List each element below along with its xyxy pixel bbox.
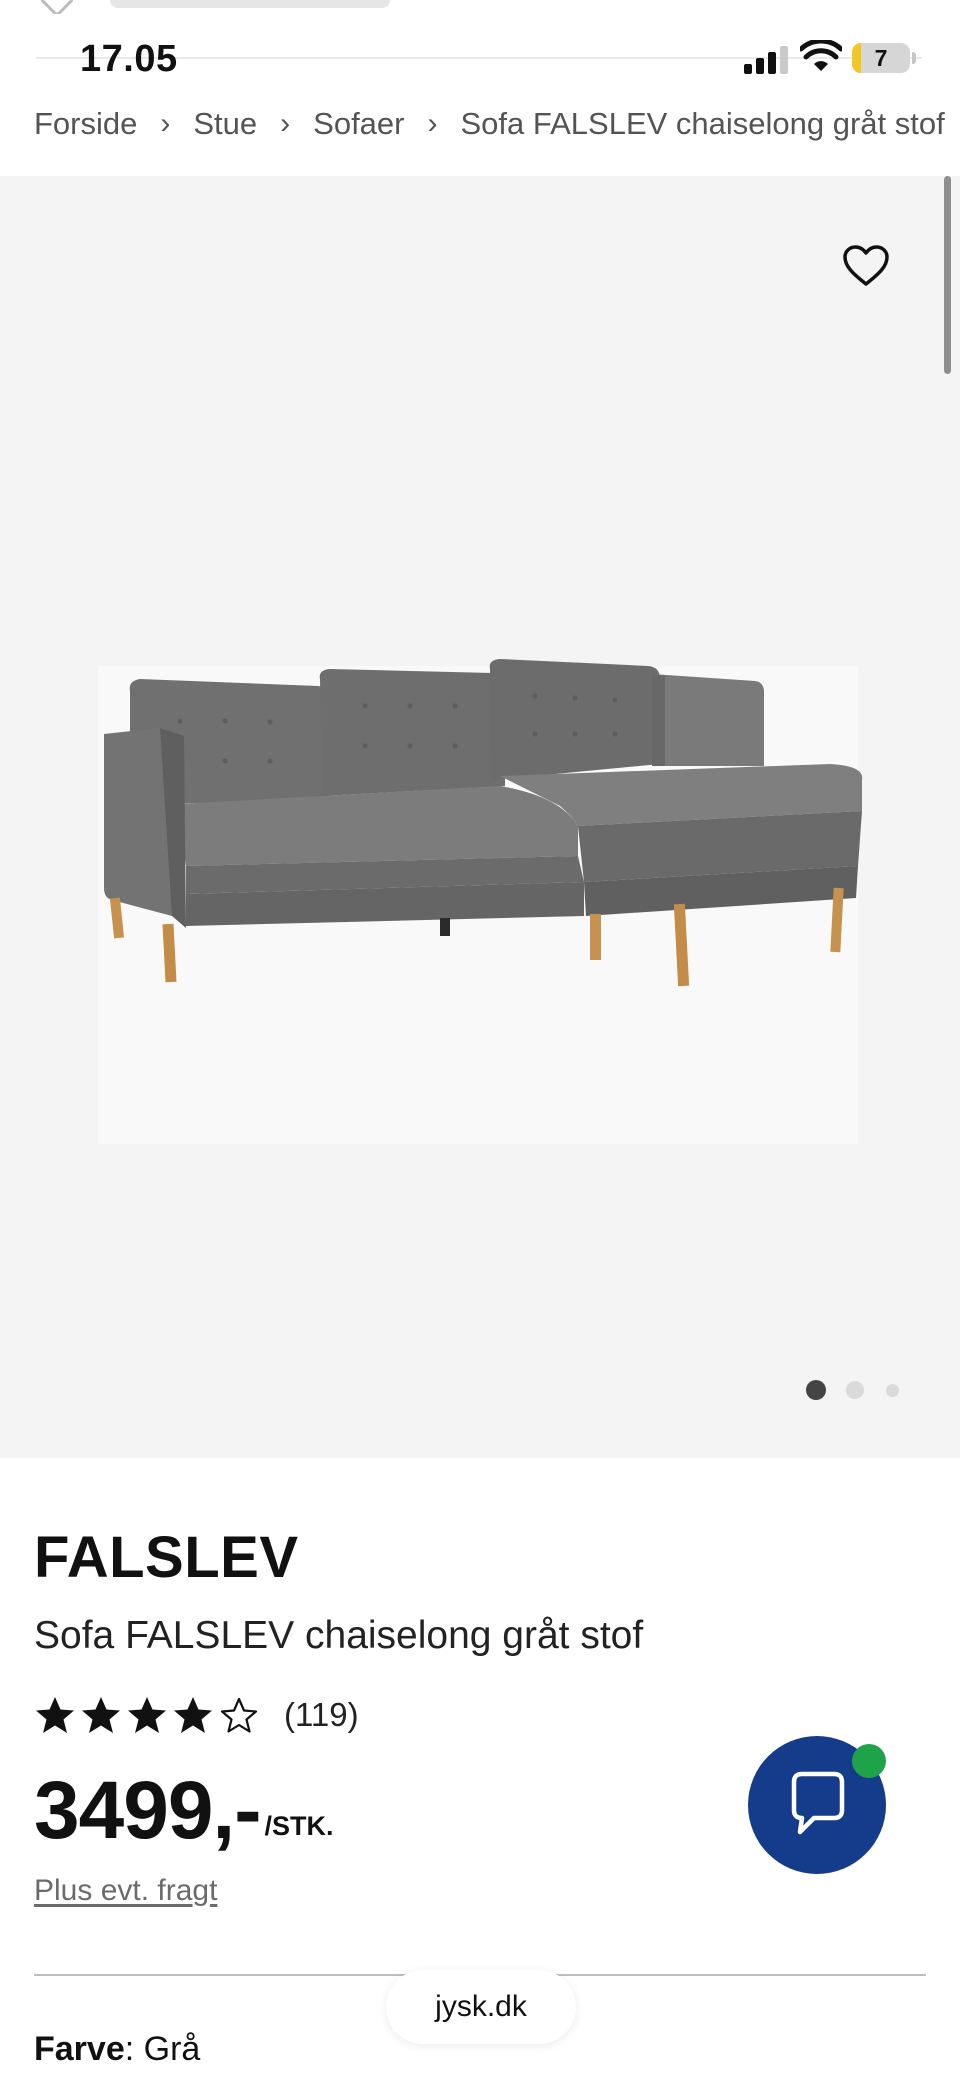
star-filled-icon: [128, 1697, 166, 1733]
price-row: 3499,- /STK.: [34, 1770, 334, 1852]
color-value: Grå: [143, 2030, 201, 2068]
browser-url: jysk.dk: [435, 1990, 527, 2023]
tag-icon: [38, 0, 76, 14]
breadcrumb: Forside › Stue › Sofaer › Sofa FALSLEV c…: [34, 104, 945, 144]
breadcrumb-sofaer[interactable]: Sofaer: [313, 106, 404, 142]
pagination-dot[interactable]: [886, 1384, 899, 1397]
breadcrumb-home[interactable]: Forside: [34, 106, 137, 142]
chevron-right-icon: ›: [427, 107, 438, 140]
battery-icon: 7: [852, 43, 910, 73]
collapsed-url-bar: [0, 0, 960, 14]
product-name: Sofa FALSLEV chaiselong gråt stof: [34, 1614, 644, 1657]
star-filled-icon: [174, 1697, 212, 1733]
rating-stars: [34, 1695, 260, 1735]
star-filled-icon: [82, 1697, 120, 1733]
star-filled-icon: [36, 1697, 74, 1733]
chevron-right-icon: ›: [160, 107, 171, 140]
breadcrumb-stue[interactable]: Stue: [193, 106, 257, 142]
star-outline-icon: [220, 1697, 258, 1733]
price-unit: /STK.: [264, 1811, 334, 1841]
collapsed-url-text: [110, 0, 390, 8]
battery-percent: 7: [874, 45, 888, 71]
product-brand: FALSLEV: [34, 1525, 299, 1590]
rating-count: (119): [284, 1696, 359, 1733]
product-image: [98, 659, 863, 1144]
wifi-icon: [800, 40, 842, 71]
breadcrumb-current: Sofa FALSLEV chaiselong gråt stof: [460, 106, 945, 141]
pagination-dot[interactable]: [846, 1381, 864, 1399]
heart-outline-icon[interactable]: [842, 244, 890, 288]
status-time: 17.05: [80, 38, 178, 80]
pagination-dot-active[interactable]: [806, 1380, 826, 1400]
chevron-right-icon: ›: [280, 107, 291, 140]
browser-url-pill[interactable]: jysk.dk: [386, 1970, 576, 2044]
product-price: 3499,-: [34, 1765, 262, 1856]
online-status-badge: [852, 1744, 886, 1778]
rating[interactable]: (119): [34, 1690, 359, 1740]
battery-cap: [912, 52, 916, 64]
freight-link[interactable]: Plus evt. fragt: [34, 1874, 217, 1908]
product-page: 17.05 7 Forside › Stue › Sofaer › Sofa F…: [0, 0, 960, 2078]
scrollbar[interactable]: [944, 176, 951, 374]
color-colon: :: [124, 2030, 144, 2068]
cellular-signal-icon: [744, 44, 788, 74]
color-label: Farve: [34, 2030, 125, 2068]
color-selector[interactable]: Farve: Grå: [34, 2030, 200, 2069]
product-image-gallery[interactable]: [0, 176, 960, 1458]
